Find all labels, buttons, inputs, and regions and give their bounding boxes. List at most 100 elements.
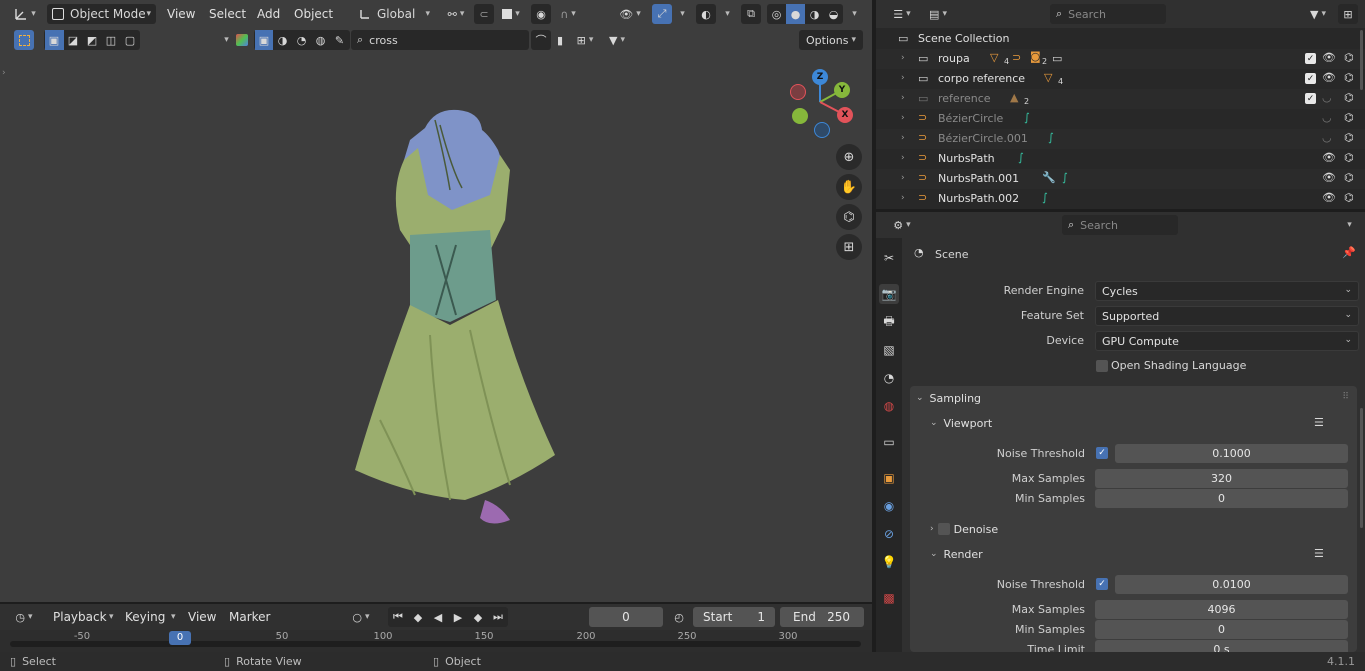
pin-icon[interactable]: 📌 xyxy=(1342,246,1356,259)
menu-view[interactable]: View xyxy=(161,4,201,24)
properties-scrollbar[interactable] xyxy=(1360,408,1363,528)
pan-button[interactable]: ✋ xyxy=(836,174,862,200)
outliner-row-nurbspath-002[interactable]: › ⊃ NurbsPath.002 ∫ 👁 ⌬ xyxy=(876,189,1365,209)
outliner-editor-type[interactable]: ☰ ▾ xyxy=(886,4,918,24)
menu-object[interactable]: Object xyxy=(288,4,339,24)
snap-target-button[interactable]: ▾ xyxy=(496,4,526,24)
menu-add[interactable]: Add xyxy=(251,4,286,24)
expand-arrow-icon[interactable]: › xyxy=(901,173,905,183)
solid-shading-icon[interactable]: ● xyxy=(786,4,805,24)
denoise-checkbox[interactable] xyxy=(937,523,950,535)
tab-texture[interactable]: ▩ xyxy=(879,588,899,608)
dress-model[interactable] xyxy=(340,100,570,530)
gizmo-neg-z[interactable] xyxy=(814,122,830,138)
timeline-scrollbar[interactable] xyxy=(10,641,861,647)
rendered-shading-icon[interactable]: ◒ xyxy=(824,8,843,21)
expand-arrow-icon[interactable]: › xyxy=(901,93,905,103)
tab-data[interactable]: 💡 xyxy=(879,552,899,572)
navigation-gizmo[interactable]: Z Y X xyxy=(786,66,856,138)
outliner-scrollbar[interactable] xyxy=(1360,30,1363,90)
sampling-panel-header[interactable]: ⌄ Sampling xyxy=(916,387,981,409)
eye-closed-icon[interactable]: ◡ xyxy=(1322,131,1332,144)
viewport-search-field[interactable]: ⌕ cross xyxy=(351,30,529,50)
gizmo-neg-x[interactable] xyxy=(790,84,806,100)
properties-options-dropdown[interactable]: ▾ xyxy=(1338,215,1358,235)
gizmo-neg-y[interactable] xyxy=(792,108,808,124)
visibility-filter-button[interactable]: 👁 ▾ xyxy=(615,4,645,24)
render-engine-dropdown[interactable]: Cycles ⌄ xyxy=(1095,281,1359,301)
feature-set-dropdown[interactable]: Supported ⌄ xyxy=(1095,306,1359,326)
start-frame-field[interactable]: Start 1 xyxy=(693,607,775,627)
camera-icon[interactable]: ⌬ xyxy=(1344,171,1354,184)
prev-keyframe-icon[interactable]: ◆ xyxy=(408,611,428,624)
subtract-selection-icon[interactable]: ◩ xyxy=(83,34,102,47)
expand-arrow-icon[interactable]: › xyxy=(901,113,905,123)
tab-tool[interactable]: ✂ xyxy=(879,248,899,268)
vp-max-samples-field[interactable]: 320 xyxy=(1095,469,1348,488)
drag-handle-icon[interactable]: ⠿ xyxy=(1342,392,1349,402)
jump-start-icon[interactable]: ⏮ xyxy=(388,610,408,624)
playhead[interactable]: 0 xyxy=(169,631,191,645)
expand-arrow-icon[interactable]: › xyxy=(901,193,905,203)
play-icon[interactable]: ▶ xyxy=(448,611,468,624)
overlays-dropdown[interactable]: ▾ xyxy=(718,4,734,24)
tab-world[interactable]: ◍ xyxy=(879,396,899,416)
tab-scene[interactable]: ◔ xyxy=(879,368,899,388)
next-keyframe-icon[interactable]: ◆ xyxy=(468,611,488,624)
outliner-row-scene-collection[interactable]: ▭ Scene Collection xyxy=(876,29,1365,49)
camera-icon[interactable]: ⌬ xyxy=(1344,191,1354,204)
bookmark-toggle[interactable]: ▮ xyxy=(551,30,569,50)
expand-arrow-icon[interactable]: › xyxy=(901,53,905,63)
material-filter-icon[interactable]: ◑ xyxy=(273,34,292,47)
outliner-row-corpo-reference[interactable]: › ▭ corpo reference ▽ 4 👁 ⌬ xyxy=(876,69,1365,89)
camera-icon[interactable]: ⌬ xyxy=(1344,111,1354,124)
invert-selection-icon[interactable]: ◫ xyxy=(102,34,121,47)
3d-viewport[interactable]: ▾ Object Mode ▾ View Select Add Object G… xyxy=(0,0,872,602)
outliner-row-roupa[interactable]: › ▭ roupa ▽ 4 ⊃ ◙ 2 ▭ 👁 ⌬ xyxy=(876,49,1365,69)
gizmo-z-axis[interactable]: Z xyxy=(812,69,828,85)
r-min-samples-field[interactable]: 0 xyxy=(1095,620,1348,639)
vp-noise-threshold-field[interactable]: 0.1000 xyxy=(1115,444,1348,463)
timeline-editor-type[interactable]: ◷ ▾ xyxy=(8,607,40,627)
properties-search-input[interactable]: ⌕ Search xyxy=(1062,215,1178,235)
exclude-checkbox[interactable] xyxy=(1305,93,1316,104)
r-noise-threshold-field[interactable]: 0.0100 xyxy=(1115,575,1348,594)
eye-icon[interactable]: 👁 xyxy=(1322,171,1336,184)
vp-noise-threshold-checkbox[interactable] xyxy=(1096,447,1108,459)
eye-icon[interactable]: 👁 xyxy=(1322,71,1336,84)
camera-view-button[interactable]: ⌬ xyxy=(836,204,862,230)
tab-render[interactable]: 📷 xyxy=(879,284,899,304)
menu-view[interactable]: View xyxy=(182,607,222,627)
menu-keying[interactable]: Keying xyxy=(119,607,171,627)
current-frame-field[interactable]: 0 xyxy=(589,607,663,627)
gizmo-x-axis[interactable]: X xyxy=(837,107,853,123)
sort-button[interactable]: ⊞ ▾ xyxy=(570,30,600,50)
filter-funnel-button[interactable]: ▼ ▾ xyxy=(602,30,632,50)
new-collection-button[interactable]: ⊞ xyxy=(1338,4,1358,24)
extend-selection-icon[interactable]: ◪ xyxy=(64,34,83,47)
tab-output[interactable]: 🖶 xyxy=(879,312,899,332)
camera-icon[interactable]: ⌬ xyxy=(1344,51,1354,64)
toolbar-expand-icon[interactable]: › xyxy=(2,68,6,78)
eye-closed-icon[interactable]: ◡ xyxy=(1322,111,1332,124)
object-filter-button[interactable] xyxy=(233,30,251,50)
device-dropdown[interactable]: GPU Compute ⌄ xyxy=(1095,331,1359,351)
exclude-checkbox[interactable] xyxy=(1305,73,1316,84)
transform-orientation-dropdown[interactable]: Global ▾ xyxy=(354,4,433,24)
osl-checkbox[interactable] xyxy=(1096,360,1108,372)
shading-dropdown[interactable]: ▾ xyxy=(845,4,861,24)
outliner-row-nurbspath[interactable]: › ⊃ NurbsPath ∫ 👁 ⌬ xyxy=(876,149,1365,169)
r-noise-threshold-checkbox[interactable] xyxy=(1096,578,1108,590)
light-filter-icon[interactable]: ◔ xyxy=(292,34,311,47)
wireframe-shading-icon[interactable]: ◎ xyxy=(767,8,786,21)
camera-icon[interactable]: ⌬ xyxy=(1344,71,1354,84)
camera-icon[interactable]: ⌬ xyxy=(1344,91,1354,104)
world-filter-icon[interactable]: ◍ xyxy=(311,34,330,47)
snap-toggle[interactable]: ⊂ xyxy=(474,4,494,24)
outliner-row-nurbspath-001[interactable]: › ⊃ NurbsPath.001 🔧 ∫ 👁 ⌬ xyxy=(876,169,1365,189)
properties-editor-type[interactable]: ⚙ ▾ xyxy=(886,215,918,235)
play-reverse-icon[interactable]: ◀ xyxy=(428,611,448,624)
expand-arrow-icon[interactable]: › xyxy=(901,73,905,83)
display-mode-dropdown[interactable]: ▤ ▾ xyxy=(922,4,954,24)
menu-playback[interactable]: Playback xyxy=(47,607,113,627)
